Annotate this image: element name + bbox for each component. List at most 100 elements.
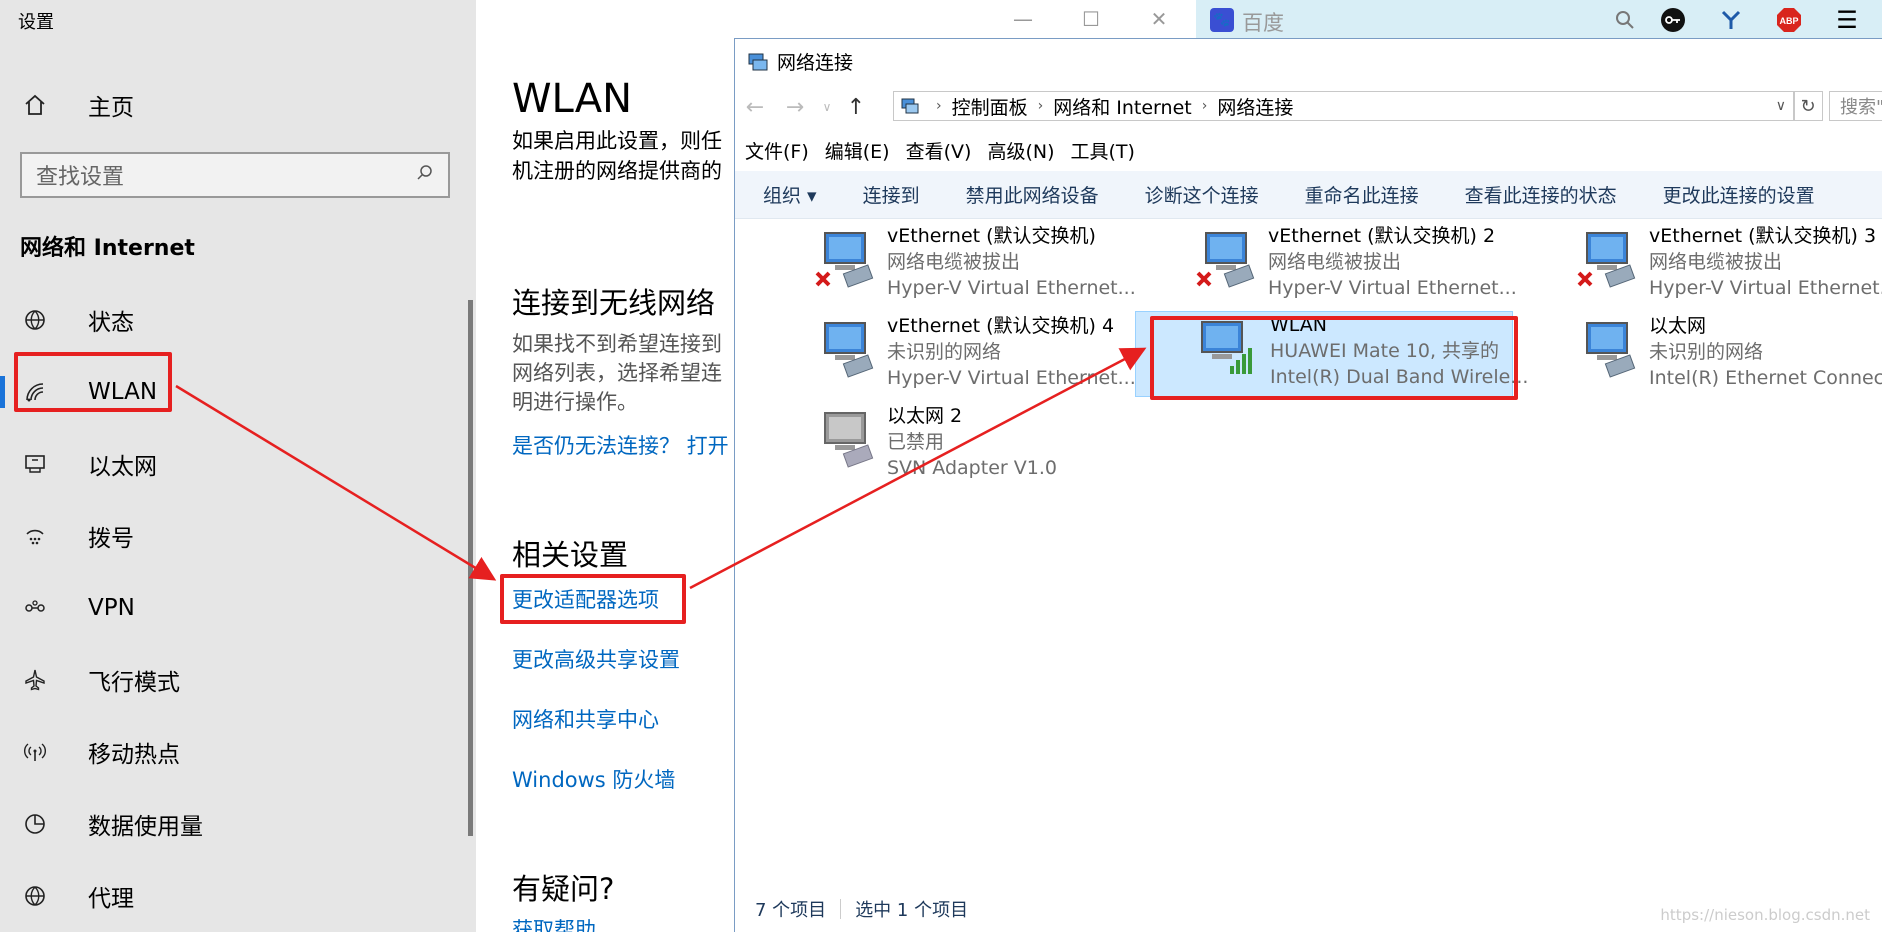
vpn-icon bbox=[20, 593, 50, 623]
network-item-text: vEthernet (默认交换机) 4 未识别的网络 Hyper-V Virtu… bbox=[887, 313, 1136, 391]
network-item-status: 未识别的网络 bbox=[1649, 341, 1764, 363]
network-item[interactable]: 以太网 2 已禁用 SVN Adapter V1.0 bbox=[807, 403, 1167, 487]
search-icon[interactable] bbox=[1612, 7, 1638, 33]
network-item[interactable]: vEthernet (默认交换机) 2 网络电缆被拔出 Hyper-V Virt… bbox=[1188, 223, 1548, 307]
network-adapter-icon bbox=[1577, 319, 1637, 381]
network-folder-icon bbox=[747, 50, 769, 72]
adblock-plus-icon[interactable]: ABP bbox=[1776, 7, 1802, 33]
cmd-connect[interactable]: 连接到 bbox=[863, 181, 920, 208]
network-item-status: 网络电缆被拔出 bbox=[1649, 251, 1783, 273]
network-item-name: vEthernet (默认交换机) bbox=[887, 225, 1096, 247]
cmd-diagnose[interactable]: 诊断这个连接 bbox=[1145, 181, 1259, 208]
nav-item-label: 以太网 bbox=[88, 454, 157, 480]
network-item[interactable]: vEthernet (默认交换机) 4 未识别的网络 Hyper-V Virtu… bbox=[807, 313, 1167, 397]
close-icon[interactable]: ✕ bbox=[1144, 4, 1174, 34]
network-adapter-icon bbox=[1577, 229, 1637, 291]
cmd-view-status[interactable]: 查看此连接的状态 bbox=[1465, 181, 1617, 208]
network-item-text: vEthernet (默认交换机) 2 网络电缆被拔出 Hyper-V Virt… bbox=[1268, 223, 1517, 301]
network-adapter-disabled-icon bbox=[815, 409, 875, 471]
chevron-right-icon: › bbox=[1037, 98, 1044, 114]
cmd-change-settings[interactable]: 更改此连接的设置 bbox=[1663, 181, 1815, 208]
up-arrow-icon[interactable]: ↑ bbox=[839, 91, 873, 123]
hotspot-icon bbox=[20, 737, 50, 767]
connect-paragraph: 如果找不到希望连接到 网络列表，选择希望连 明进行操作。 bbox=[512, 330, 736, 417]
menu-tools[interactable]: 工具(T) bbox=[1070, 137, 1134, 164]
status-divider bbox=[840, 899, 842, 919]
trouble-link[interactable]: 是否仍无法连接？ 打开 bbox=[512, 430, 729, 460]
recent-dropdown-icon[interactable]: ∨ bbox=[815, 91, 839, 123]
nav-item-label: 拨号 bbox=[88, 526, 134, 552]
home-icon bbox=[20, 90, 50, 120]
breadcrumb-control-panel[interactable]: 控制面板 bbox=[952, 93, 1028, 120]
menu-advanced[interactable]: 高级(N) bbox=[987, 137, 1054, 164]
network-item-status: 网络电缆被拔出 bbox=[887, 251, 1021, 273]
password-key-icon[interactable] bbox=[1660, 7, 1686, 33]
settings-search-input[interactable]: 查找设置 bbox=[20, 152, 450, 198]
nav-item-label: 移动热点 bbox=[88, 742, 180, 768]
page-title: WLAN bbox=[512, 76, 633, 122]
windows-firewall-link[interactable]: Windows 防火墙 bbox=[512, 764, 675, 794]
nav-item-vpn[interactable]: VPN bbox=[0, 572, 476, 644]
forward-arrow-icon[interactable]: → bbox=[775, 91, 815, 123]
advanced-sharing-link[interactable]: 更改高级共享设置 bbox=[512, 644, 680, 674]
minimize-icon[interactable]: — bbox=[1008, 4, 1038, 34]
network-item-status: 网络电缆被拔出 bbox=[1268, 251, 1402, 273]
cmd-organize[interactable]: 组织 ▾ bbox=[763, 181, 817, 208]
network-sharing-center-link[interactable]: 网络和共享中心 bbox=[512, 704, 659, 734]
settings-main-pane: WLAN 如果启用此设置，则任 机注册的网络提供商的 连接到无线网络 如果找不到… bbox=[476, 0, 736, 932]
refresh-icon[interactable]: ↻ bbox=[1793, 91, 1823, 121]
browser-toolbar: 🐾 百度 ABP ☰ bbox=[1196, 0, 1882, 40]
desktop-screenshot: 设置 主页 查找设置 网络和 Internet 状态 WLAN 以太网 拨号 V… bbox=[0, 0, 1882, 932]
nav-item-data-usage[interactable]: 数据使用量 bbox=[0, 788, 476, 860]
address-bar[interactable]: › 控制面板 › 网络和 Internet › 网络连接 ∨ bbox=[893, 91, 1795, 121]
cmd-rename[interactable]: 重命名此连接 bbox=[1305, 181, 1419, 208]
menu-file[interactable]: 文件(F) bbox=[745, 137, 809, 164]
get-help-link[interactable]: 获取帮助 bbox=[512, 914, 596, 932]
extension-y-icon[interactable] bbox=[1718, 7, 1744, 33]
network-item[interactable]: vEthernet (默认交换机) 网络电缆被拔出 Hyper-V Virtua… bbox=[807, 223, 1167, 307]
status-item-count: 7 个项目 bbox=[755, 900, 827, 921]
cmd-disable-device[interactable]: 禁用此网络设备 bbox=[966, 181, 1099, 208]
settings-search-placeholder: 查找设置 bbox=[36, 165, 125, 190]
back-arrow-icon[interactable]: ← bbox=[735, 91, 775, 123]
globe-status-icon bbox=[20, 305, 50, 335]
network-item[interactable]: vEthernet (默认交换机) 3 网络电缆被拔出 Hyper-V Virt… bbox=[1569, 223, 1882, 307]
data-usage-icon bbox=[20, 809, 50, 839]
airplane-icon bbox=[20, 665, 50, 695]
nav-item-label: VPN bbox=[88, 595, 135, 621]
menu-view[interactable]: 查看(V) bbox=[906, 137, 972, 164]
settings-window-title: 设置 bbox=[18, 12, 54, 33]
sidebar-scrollbar[interactable] bbox=[468, 300, 473, 836]
network-item[interactable]: 以太网 未识别的网络 Intel(R) Ethernet Connect... bbox=[1569, 313, 1882, 397]
breadcrumb-network-internet[interactable]: 网络和 Internet bbox=[1053, 93, 1191, 120]
network-item-device: Hyper-V Virtual Ethernet... bbox=[887, 367, 1136, 389]
nav-item-status[interactable]: 状态 bbox=[0, 284, 476, 356]
nav-item-proxy[interactable]: 代理 bbox=[0, 860, 476, 932]
menu-edit[interactable]: 编辑(E) bbox=[825, 137, 890, 164]
network-item-status: 未识别的网络 bbox=[887, 341, 1002, 363]
proxy-globe-icon bbox=[20, 881, 50, 911]
nav-item-ethernet[interactable]: 以太网 bbox=[0, 428, 476, 500]
search-icon bbox=[416, 163, 434, 188]
breadcrumb-network-connections[interactable]: 网络连接 bbox=[1217, 93, 1293, 120]
network-item-text: vEthernet (默认交换机) 网络电缆被拔出 Hyper-V Virtua… bbox=[887, 223, 1136, 301]
chevron-down-icon[interactable]: ∨ bbox=[1776, 98, 1786, 114]
nav-item-airplane[interactable]: 飞行模式 bbox=[0, 644, 476, 716]
browser-search-box[interactable]: 百度 bbox=[1242, 7, 1284, 37]
address-row: ← → ∨ ↑ › 控制面板 › 网络和 Internet › 网络连接 ∨ ↻… bbox=[735, 89, 1882, 125]
nav-item-hotspot[interactable]: 移动热点 bbox=[0, 716, 476, 788]
control-panel-icon bbox=[900, 96, 920, 116]
menu-bar: 文件(F) 编辑(E) 查看(V) 高级(N) 工具(T) bbox=[745, 137, 1151, 164]
nav-home-label: 主页 bbox=[88, 95, 134, 121]
nav-item-dialup[interactable]: 拨号 bbox=[0, 500, 476, 572]
network-adapter-icon bbox=[1196, 229, 1256, 291]
network-search-input[interactable]: 搜索" bbox=[1829, 91, 1882, 121]
section-heading: 网络和 Internet bbox=[20, 236, 195, 261]
baidu-paw-icon: 🐾 bbox=[1210, 8, 1234, 32]
related-heading: 相关设置 bbox=[512, 538, 629, 572]
maximize-icon[interactable]: ☐ bbox=[1076, 4, 1106, 34]
network-item-name: vEthernet (默认交换机) 3 bbox=[1649, 225, 1877, 247]
network-adapter-icon bbox=[815, 319, 875, 381]
hamburger-menu-icon[interactable]: ☰ bbox=[1834, 6, 1860, 34]
nav-home[interactable]: 主页 bbox=[20, 88, 134, 122]
